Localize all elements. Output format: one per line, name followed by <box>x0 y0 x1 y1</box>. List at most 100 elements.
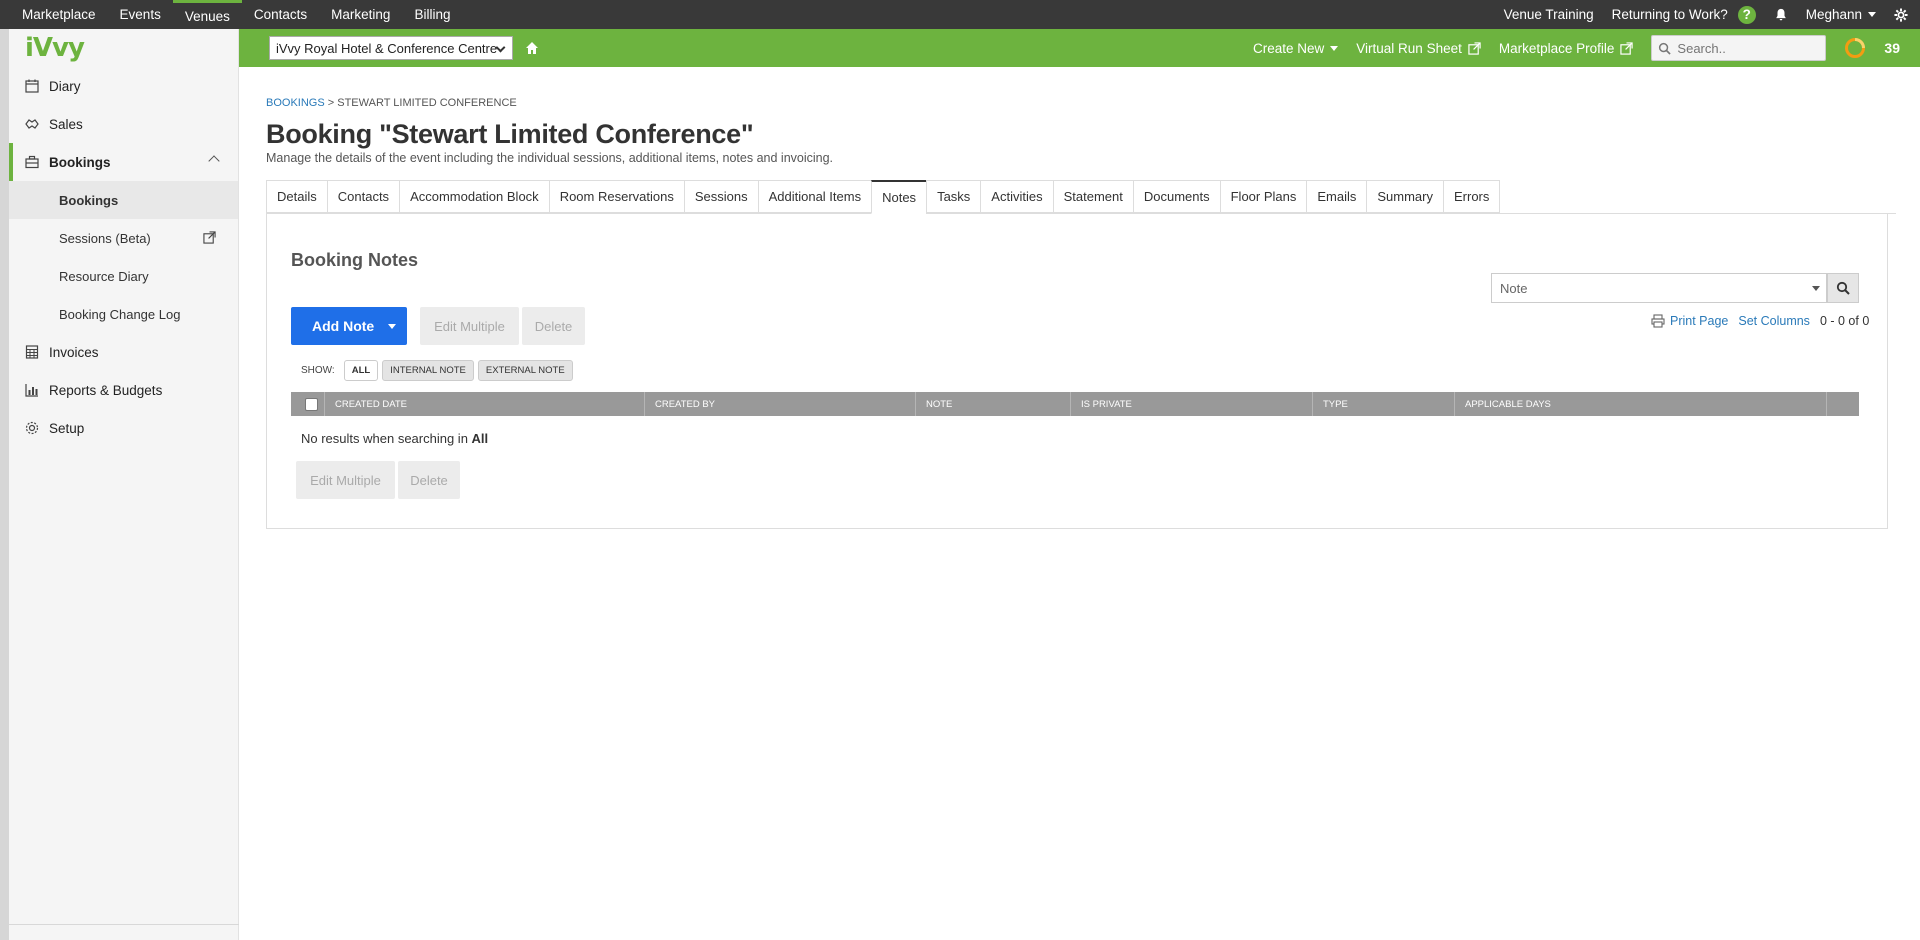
sidebar-subitem-booking-change-log[interactable]: Booking Change Log <box>9 295 238 333</box>
marketplace-profile-link[interactable]: Marketplace Profile <box>1499 41 1634 56</box>
progress-count: 39 <box>1884 40 1900 56</box>
logo[interactable]: iVvy <box>9 29 238 67</box>
column-applicable-days[interactable]: APPLICABLE DAYS <box>1455 392 1827 416</box>
column-note[interactable]: NOTE <box>916 392 1071 416</box>
tab-room-reservations[interactable]: Room Reservations <box>548 180 684 213</box>
help-icon[interactable]: ? <box>1737 5 1756 24</box>
record-count: 0 - 0 of 0 <box>1819 314 1870 328</box>
add-note-button[interactable]: Add Note <box>291 307 407 345</box>
top-nav-events[interactable]: Events <box>108 0 173 29</box>
no-results-text: No results when searching in <box>301 431 468 446</box>
panel-title: Booking Notes <box>291 250 419 270</box>
top-nav-marketing[interactable]: Marketing <box>319 0 402 29</box>
page-description: Manage the details of the event includin… <box>266 151 834 165</box>
filter-internal-note[interactable]: INTERNAL NOTE <box>382 360 474 381</box>
sidebar-item-sales[interactable]: Sales <box>9 105 238 143</box>
top-nav-contacts[interactable]: Contacts <box>242 0 319 29</box>
gear-icon[interactable] <box>1894 7 1908 22</box>
tab-notes[interactable]: Notes <box>871 180 927 214</box>
calculator-icon <box>25 345 39 359</box>
global-search[interactable] <box>1651 35 1827 61</box>
tab-sessions[interactable]: Sessions <box>683 180 758 213</box>
filter-all[interactable]: ALL <box>343 360 379 381</box>
home-icon[interactable] <box>525 41 539 55</box>
sidebar-item-invoices[interactable]: Invoices <box>9 333 238 371</box>
sidebar-item-bookings[interactable]: Bookings <box>9 143 238 181</box>
delete-button-bottom[interactable]: Delete <box>398 461 460 499</box>
external-link-icon[interactable] <box>203 231 216 244</box>
create-new-label: Create New <box>1253 40 1325 56</box>
tab-contacts[interactable]: Contacts <box>326 180 400 213</box>
sidebar-item-setup[interactable]: Setup <box>9 409 238 447</box>
tab-additional-items[interactable]: Additional Items <box>757 180 872 213</box>
add-note-label: Add Note <box>312 318 375 334</box>
edit-multiple-button[interactable]: Edit Multiple <box>420 307 519 345</box>
column-actions <box>1827 392 1859 416</box>
user-menu[interactable]: Meghann <box>1806 7 1876 22</box>
chevron-down-icon <box>1868 12 1876 17</box>
tab-tasks[interactable]: Tasks <box>926 180 981 213</box>
logo-text: iVvy <box>25 33 85 63</box>
no-results-scope: All <box>471 431 489 446</box>
tab-accommodation-block[interactable]: Accommodation Block <box>399 180 549 213</box>
chevron-down-icon[interactable] <box>388 324 396 329</box>
breadcrumb: BOOKINGS > STEWART LIMITED CONFERENCE <box>266 97 1896 109</box>
sidebar-item-label: Setup <box>49 420 85 436</box>
column-is-private[interactable]: IS PRIVATE <box>1071 392 1313 416</box>
venue-select[interactable]: iVvy Royal Hotel & Conference Centre <box>269 36 513 60</box>
main-content: BOOKINGS > STEWART LIMITED CONFERENCE Bo… <box>266 67 1896 529</box>
sidebar-subitem-sessions-beta[interactable]: Sessions (Beta) <box>9 219 238 257</box>
tab-errors[interactable]: Errors <box>1443 180 1501 213</box>
sidebar-item-label: Bookings <box>49 154 111 170</box>
note-filter-value: Note <box>1500 280 1528 296</box>
note-filter-select[interactable]: Note <box>1491 273 1827 303</box>
column-created-by[interactable]: CREATED BY <box>645 392 916 416</box>
returning-to-work-link[interactable]: Returning to Work? <box>1612 7 1728 22</box>
note-type-filter: SHOW: ALL INTERNAL NOTE EXTERNAL NOTE <box>301 360 573 381</box>
search-icon <box>1836 281 1850 295</box>
search-input[interactable] <box>1677 40 1808 56</box>
left-edge-strip <box>0 29 9 940</box>
calendar-icon <box>25 79 39 93</box>
delete-button[interactable]: Delete <box>522 307 585 345</box>
top-nav-billing[interactable]: Billing <box>402 0 462 29</box>
handshake-icon <box>25 119 39 129</box>
sidebar-subitem-bookings[interactable]: Bookings <box>9 181 238 219</box>
select-all-checkbox[interactable] <box>305 397 318 411</box>
column-created-date[interactable]: CREATED DATE <box>325 392 645 416</box>
tab-activities[interactable]: Activities <box>980 180 1053 213</box>
venue-header-bar: iVvy Royal Hotel & Conference Centre Cre… <box>239 29 1920 67</box>
sidebar-item-reports-budgets[interactable]: Reports & Budgets <box>9 371 238 409</box>
search-button[interactable] <box>1827 273 1859 303</box>
sidebar-item-diary[interactable]: Diary <box>9 67 238 105</box>
create-new-button[interactable]: Create New <box>1253 40 1339 56</box>
print-page-label: Print Page <box>1670 314 1729 328</box>
sidebar-subitem-resource-diary[interactable]: Resource Diary <box>9 257 238 295</box>
edit-multiple-button-bottom[interactable]: Edit Multiple <box>296 461 395 499</box>
tab-documents[interactable]: Documents <box>1132 180 1220 213</box>
breadcrumb-bookings-link[interactable]: BOOKINGS <box>266 97 325 109</box>
filter-external-note[interactable]: EXTERNAL NOTE <box>477 360 573 381</box>
venue-training-link[interactable]: Venue Training <box>1504 7 1594 22</box>
breadcrumb-current: STEWART LIMITED CONFERENCE <box>337 97 517 109</box>
set-columns-link[interactable]: Set Columns <box>1738 314 1810 328</box>
tab-emails[interactable]: Emails <box>1306 180 1367 213</box>
external-link-icon <box>1468 41 1481 55</box>
print-page-link[interactable]: Print Page <box>1651 314 1728 328</box>
no-results-message: No results when searching in All <box>301 431 488 446</box>
virtual-run-sheet-link[interactable]: Virtual Run Sheet <box>1356 41 1481 56</box>
tab-floor-plans[interactable]: Floor Plans <box>1219 180 1307 213</box>
tab-details[interactable]: Details <box>266 180 327 213</box>
top-nav-venues[interactable]: Venues <box>172 0 242 29</box>
top-nav-marketplace[interactable]: Marketplace <box>10 0 108 29</box>
sidebar-item-label: Invoices <box>49 344 99 360</box>
progress-ring-icon[interactable] <box>1844 37 1866 59</box>
breadcrumb-separator: > <box>327 97 335 109</box>
tab-summary[interactable]: Summary <box>1366 180 1443 213</box>
tab-statement[interactable]: Statement <box>1052 180 1133 213</box>
chevron-down-icon <box>1812 286 1820 291</box>
column-type[interactable]: TYPE <box>1313 392 1455 416</box>
bell-icon[interactable] <box>1774 8 1788 22</box>
sidebar-subitem-label: Sessions (Beta) <box>59 230 151 246</box>
chevron-up-icon <box>208 155 220 167</box>
